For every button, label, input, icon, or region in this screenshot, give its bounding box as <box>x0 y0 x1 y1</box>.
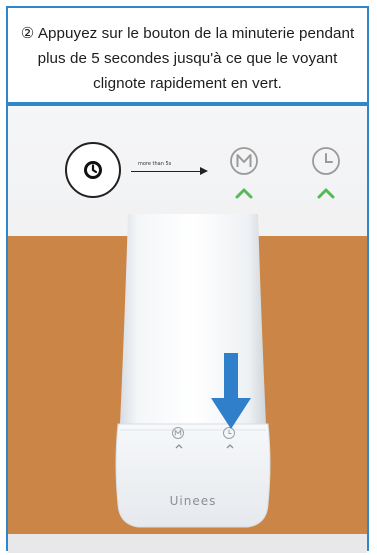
m-mode-button-icon <box>172 427 184 439</box>
instruction-panel: ② Appuyez sur le bouton de la minuterie … <box>6 6 369 553</box>
chevron-up-icon <box>317 188 335 199</box>
chevron-up-icon <box>175 444 183 449</box>
chevron-up-icon <box>226 444 234 449</box>
m-mode-icon <box>230 147 258 175</box>
instruction-text: ② Appuyez sur le bouton de la minuterie … <box>20 25 355 92</box>
timer-button-closeup <box>65 142 121 198</box>
down-arrow-icon <box>211 353 251 429</box>
clock-icon <box>84 161 102 179</box>
chevron-up-icon <box>235 188 253 199</box>
hold-hint-label: more than 5s <box>138 161 172 167</box>
illustration: more than 5s Uinees <box>8 106 367 553</box>
clock-indicator-icon <box>312 147 340 175</box>
hint-arrow-line <box>131 171 202 172</box>
hint-arrowhead <box>200 167 208 175</box>
brand-logo: Uinees <box>169 494 217 508</box>
